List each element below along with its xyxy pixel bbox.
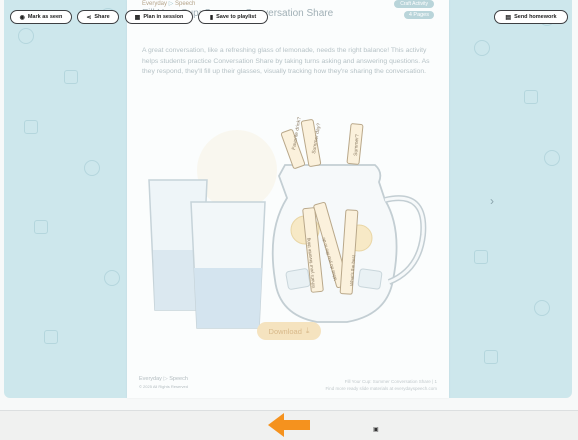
document-page: Everyday ▷ Speech Fill Your Cup: Summer … xyxy=(127,0,449,398)
footer-brand-suffix: Speech xyxy=(169,376,188,382)
pattern-circle-icon xyxy=(104,270,120,286)
send-homework-label: Send homework xyxy=(514,14,557,20)
share-icon: ⋖ xyxy=(86,14,92,21)
share-label: Share xyxy=(94,14,110,20)
download-button[interactable]: Download ⤓ xyxy=(257,322,321,340)
pattern-square-icon xyxy=(484,350,498,364)
page-count-badge: 4 Pages xyxy=(403,11,434,19)
share-button[interactable]: ⋖ Share xyxy=(77,10,119,24)
pattern-circle-icon xyxy=(534,300,550,316)
pattern-circle-icon xyxy=(474,40,490,56)
pattern-square-icon xyxy=(474,250,488,264)
pitcher xyxy=(271,164,427,323)
chevron-right-icon[interactable]: › xyxy=(490,194,494,208)
pattern-square-icon xyxy=(524,90,538,104)
document-footer-brand: Everyday ▷ Speech © 2025 All Rights Rese… xyxy=(139,376,188,389)
glass-right xyxy=(190,201,266,329)
send-homework-button[interactable]: ▤ Send homework xyxy=(494,10,568,24)
download-icon: ⤓ xyxy=(305,326,310,335)
brand-suffix: Speech xyxy=(174,1,196,7)
calendar-icon: ▦ xyxy=(134,14,141,21)
plan-in-session-button[interactable]: ▦ Plan in session xyxy=(125,10,193,24)
mark-as-seen-label: Mark as seen xyxy=(27,14,63,20)
annotation-arrow-icon xyxy=(268,413,310,437)
pattern-square-icon xyxy=(34,220,48,234)
lemonade-illustration: Favorite drink? Summer day? Summer? What… xyxy=(148,117,427,329)
pattern-square-icon xyxy=(44,330,58,344)
document-footer-info: Fill Your Cup: Summer Conversation Share… xyxy=(325,379,437,391)
homework-icon: ▤ xyxy=(505,14,512,21)
eye-icon: ◉ xyxy=(19,14,25,21)
footer-copyright: © 2025 All Rights Reserved xyxy=(139,384,188,389)
brand-name: Everyday xyxy=(142,1,168,7)
pattern-square-icon xyxy=(24,120,38,134)
save-to-playlist-button[interactable]: ▮ Save to playlist xyxy=(198,10,268,24)
footer-brand-name: Everyday xyxy=(139,376,162,382)
document-description: A great conversation, like a refreshing … xyxy=(142,47,430,75)
pattern-circle-icon xyxy=(544,150,560,166)
download-label: Download xyxy=(268,326,302,336)
pattern-circle-icon xyxy=(84,160,100,176)
brand-play-icon: ▷ xyxy=(168,1,174,7)
footer-page-number: 1 xyxy=(434,379,437,384)
screen-icon[interactable]: ▣ xyxy=(373,426,379,433)
activity-type-badge: Craft Activity xyxy=(394,0,434,8)
brand-logo: Everyday ▷ Speech xyxy=(142,0,195,7)
save-to-playlist-label: Save to playlist xyxy=(216,14,257,20)
footer-title: Fill Your Cup: Summer Conversation Share xyxy=(344,379,431,384)
pattern-circle-icon xyxy=(18,28,34,44)
bookmark-icon: ▮ xyxy=(209,14,214,21)
plan-in-session-label: Plan in session xyxy=(143,14,184,20)
pattern-square-icon xyxy=(64,70,78,84)
footer-note: Find more ready slide materials at every… xyxy=(325,386,437,391)
mark-as-seen-button[interactable]: ◉ Mark as seen xyxy=(10,10,72,24)
